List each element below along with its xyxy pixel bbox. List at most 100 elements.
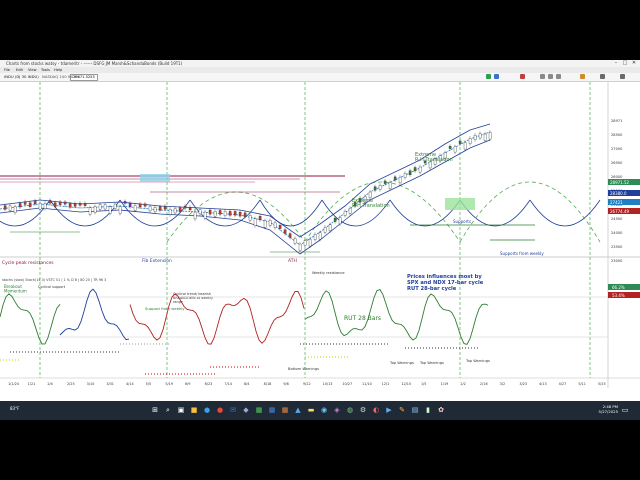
calc-icon[interactable]: ▤ <box>410 405 420 415</box>
price-scale-label: 26000 <box>611 175 623 179</box>
chart-canvas[interactable]: Extreme R-H Translation Extreme R-H Transl… <box>0 82 640 388</box>
notes-icon[interactable]: ✎ <box>397 405 407 415</box>
date-axis-label: 11/10 <box>362 382 372 386</box>
window-title: Charts from stocks watsy - tdameritr - -… <box>6 61 183 66</box>
date-axis-label: 7/14 <box>224 382 232 386</box>
taskbar: 83°F ⊞ ⌕ ▣ ■ ● ● ✉ ◆ ▦ ▦ ▦ ▲ ▬ ◉ ◈ ◍ ⚙ ◐… <box>0 401 640 420</box>
settings-taskbar-icon[interactable]: ⚙ <box>358 405 368 415</box>
date-axis-label: 3/2 <box>500 382 505 386</box>
date-axis-label: 4/27 <box>559 382 567 386</box>
candle <box>68 203 72 208</box>
alert-icon[interactable] <box>580 74 585 79</box>
tos-icon[interactable]: ◍ <box>345 405 355 415</box>
weather-widget[interactable]: 83°F <box>10 406 19 411</box>
candle <box>48 200 52 204</box>
candle <box>178 207 182 212</box>
maximize-button[interactable]: □ <box>621 60 629 67</box>
start-icon[interactable]: ⊞ <box>150 405 160 415</box>
candle <box>183 206 187 209</box>
zoom-icon[interactable] <box>556 74 561 79</box>
screen: Charts from stocks watsy - tdameritr - -… <box>0 60 640 420</box>
settings-icon[interactable] <box>540 74 545 79</box>
candle <box>368 191 372 199</box>
supports-label: Supports <box>453 219 471 224</box>
price-tag-1-text: 28971.52 <box>610 180 630 185</box>
store-icon[interactable]: ◆ <box>241 405 251 415</box>
red-tool-icon[interactable] <box>520 74 525 79</box>
clock-date: 5/27/2025 <box>598 409 618 414</box>
candle <box>168 208 172 215</box>
clock[interactable]: 2:48 PM 5/27/2025 <box>599 404 618 414</box>
notification-icon[interactable]: ▭ <box>620 405 630 415</box>
task-view-icon[interactable]: ▣ <box>176 405 186 415</box>
date-axis-label: 8/4 <box>244 382 249 386</box>
recorder-icon[interactable]: ◐ <box>371 405 381 415</box>
fib-extension-zone <box>140 174 170 182</box>
more-icon[interactable] <box>620 74 625 79</box>
candle <box>253 218 257 226</box>
price-scale-label: 28500 <box>611 133 623 137</box>
candle <box>188 207 192 211</box>
layout-icon[interactable] <box>600 74 605 79</box>
top-warnings-2-label: Top Warnings <box>419 361 444 365</box>
close-button[interactable]: ✕ <box>630 60 638 67</box>
date-axis-label: 2/25 <box>67 382 75 386</box>
candle <box>153 207 157 213</box>
date-axis-label: 12/1 <box>382 382 390 386</box>
file-explorer-icon[interactable]: ■ <box>189 405 199 415</box>
candle <box>258 216 262 221</box>
candle <box>193 211 197 220</box>
date-axis-label: 4/13 <box>539 382 547 386</box>
grid-icon[interactable] <box>548 74 553 79</box>
date-axis-label: 3/31 <box>106 382 114 386</box>
mail-icon[interactable]: ✉ <box>228 405 238 415</box>
powerpoint-icon[interactable]: ▦ <box>280 405 290 415</box>
toolbar-desc: NASDAQ 100 INDEX <box>42 74 80 79</box>
candle <box>413 167 417 172</box>
candle <box>123 201 127 204</box>
excel-icon[interactable]: ▦ <box>254 405 264 415</box>
outlook-icon[interactable]: ◉ <box>319 405 329 415</box>
candle <box>303 240 307 246</box>
candle <box>293 238 297 244</box>
minimize-button[interactable]: – <box>612 60 620 67</box>
price-scale-label: 26500 <box>611 161 623 165</box>
rut-bars-label: RUT 28 Bars <box>344 315 381 322</box>
candle <box>393 176 397 181</box>
weekly-resistance-label: Weekly resistance <box>312 271 345 275</box>
price-tag-3-text: 27421 <box>610 200 623 205</box>
edge-icon[interactable]: ● <box>202 405 212 415</box>
teams-icon[interactable]: ▲ <box>293 405 303 415</box>
search-icon[interactable]: ⌕ <box>163 405 173 415</box>
candle <box>338 217 342 225</box>
cycle-peak-label: Cycle peak resistances <box>2 260 54 266</box>
chrome-icon[interactable]: ● <box>215 405 225 415</box>
candle <box>228 211 232 216</box>
candle <box>63 201 67 205</box>
candle <box>288 233 292 238</box>
date-axis-label: 2/2 <box>460 382 465 386</box>
title-bar: Charts from stocks watsy - tdameritr - -… <box>0 60 640 67</box>
folder-icon[interactable]: ▬ <box>306 405 316 415</box>
blue-tool-icon[interactable] <box>494 74 499 79</box>
green-tool-icon[interactable] <box>486 74 491 79</box>
bottom-warnings-label: Bottom Warnings <box>288 367 319 371</box>
candle <box>383 180 387 184</box>
word-icon[interactable]: ▦ <box>267 405 277 415</box>
candle <box>318 232 322 240</box>
candle <box>143 203 147 207</box>
photos-icon[interactable]: ✿ <box>436 405 446 415</box>
zoom-app-icon[interactable]: ▶ <box>384 405 394 415</box>
symbol-label[interactable]: INDU (DJ 30 INDU) <box>4 74 39 80</box>
candle <box>248 215 252 221</box>
date-axis-label: 5/25 <box>598 382 606 386</box>
terminal-icon[interactable]: ▮ <box>423 405 433 415</box>
candle <box>308 239 312 247</box>
app-icon[interactable]: ◈ <box>332 405 342 415</box>
candle <box>208 209 212 215</box>
candle <box>8 205 12 211</box>
candle <box>238 211 242 217</box>
candle <box>33 200 37 205</box>
candle <box>398 177 402 184</box>
candle <box>203 211 207 219</box>
